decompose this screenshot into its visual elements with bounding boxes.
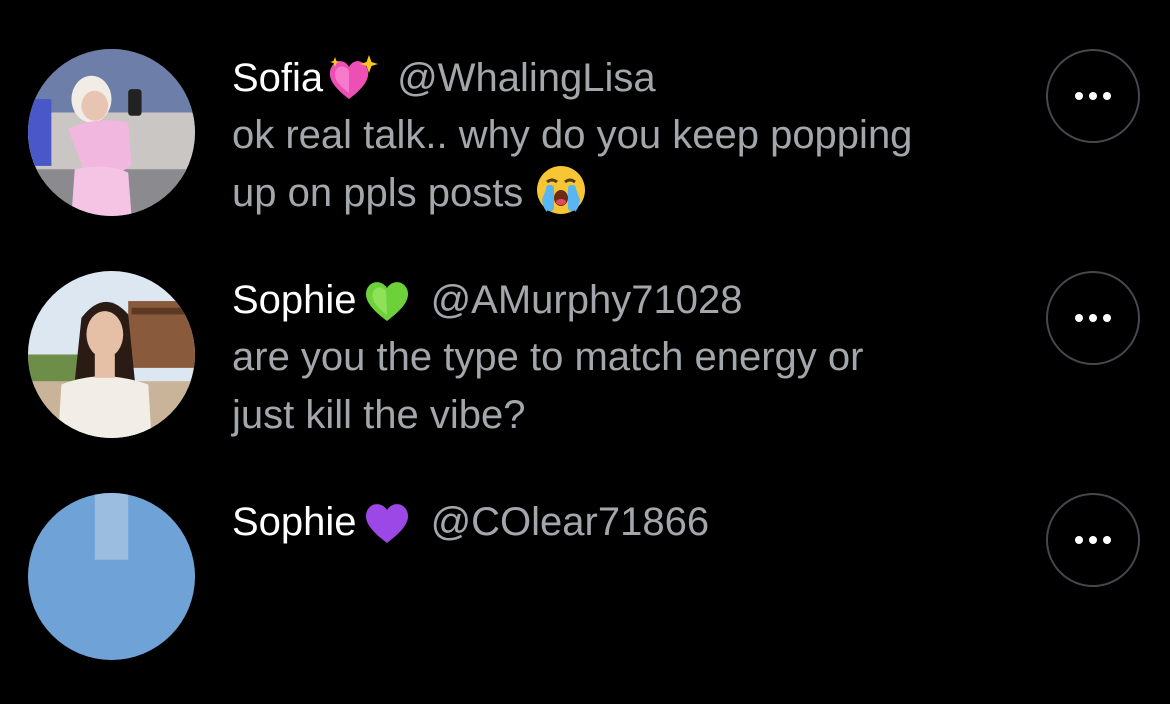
display-name[interactable]: Sophie [232, 272, 357, 328]
reply-content: Sophie @COlear71866 [232, 494, 1022, 550]
reply-text-line: just kill the vibe? [232, 393, 526, 437]
reply-content: Sophie @AMurphy71028 are you the type to… [232, 272, 1022, 444]
reply-header: Sofia @WhalingLisa [232, 50, 1022, 106]
reply-text-line: ok real talk.. why do you keep popping [232, 113, 913, 157]
avatar[interactable] [28, 493, 195, 660]
reply-text: ok real talk.. why do you keep popping u… [232, 106, 1022, 222]
avatar-photo [28, 493, 195, 660]
avatar-photo [28, 271, 195, 438]
user-handle[interactable]: @COlear71866 [431, 494, 710, 550]
reply-text-line: up on ppls posts [232, 171, 524, 215]
crying-face-icon [535, 164, 587, 216]
reply-content: Sofia @WhalingLisa ok real talk.. why do… [232, 50, 1022, 222]
reply-item[interactable]: Sophie @AMurphy71028 are you the type to… [0, 262, 1170, 482]
more-options-icon [1075, 536, 1111, 544]
reply-item[interactable]: Sofia @WhalingLisa ok real talk.. why do… [0, 40, 1170, 260]
more-options-icon [1075, 92, 1111, 100]
sparkling-heart-icon [325, 53, 381, 103]
more-options-button[interactable] [1046, 493, 1140, 587]
user-handle[interactable]: @AMurphy71028 [431, 272, 743, 328]
replies-list: Sofia @WhalingLisa ok real talk.. why do… [0, 0, 1170, 660]
avatar-photo [28, 49, 195, 216]
avatar[interactable] [28, 49, 195, 216]
reply-text-line: are you the type to match energy or [232, 335, 864, 379]
green-heart-icon [359, 275, 415, 325]
reply-text: are you the type to match energy or just… [232, 328, 1022, 444]
reply-header: Sophie @AMurphy71028 [232, 272, 1022, 328]
display-name[interactable]: Sofia [232, 50, 323, 106]
user-handle[interactable]: @WhalingLisa [397, 50, 656, 106]
reply-header: Sophie @COlear71866 [232, 494, 1022, 550]
more-options-button[interactable] [1046, 49, 1140, 143]
purple-heart-icon [359, 497, 415, 547]
reply-text-line-with-emoji: up on ppls posts [232, 164, 1022, 222]
display-name[interactable]: Sophie [232, 494, 357, 550]
reply-item[interactable]: Sophie @COlear71866 [0, 484, 1170, 704]
more-options-icon [1075, 314, 1111, 322]
avatar[interactable] [28, 271, 195, 438]
more-options-button[interactable] [1046, 271, 1140, 365]
